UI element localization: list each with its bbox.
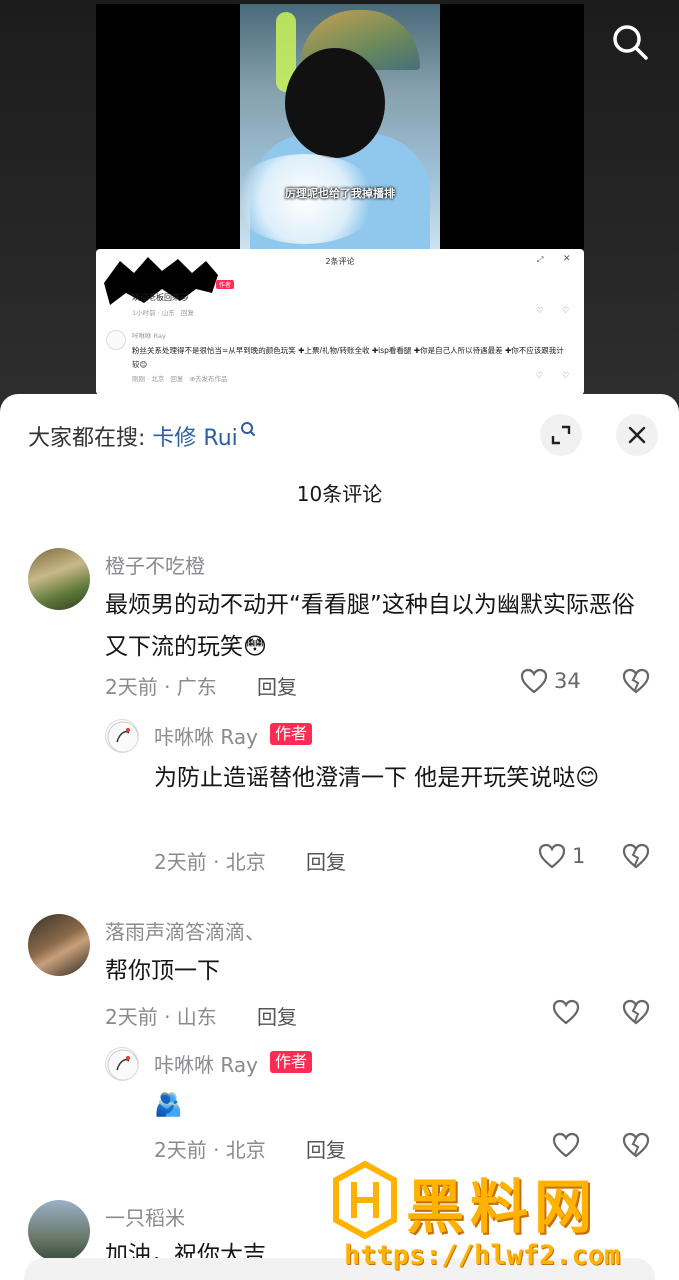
logo-avatar-icon — [107, 721, 138, 752]
dislike-button[interactable] — [622, 843, 650, 873]
avatar[interactable] — [105, 1047, 139, 1081]
heart-icon — [538, 843, 566, 869]
heart-icon — [520, 668, 548, 694]
heart-icon — [552, 1132, 580, 1158]
mini-author-tag: 作者 — [216, 280, 235, 289]
close-icon — [628, 426, 646, 444]
broken-heart-icon — [622, 999, 650, 1025]
author-badge: 作者 — [270, 1051, 313, 1073]
like-count: 34 — [554, 669, 581, 693]
video-frame: 厉理呢也给了我掉播排 — [96, 4, 584, 250]
reply-button[interactable]: 回复 — [257, 671, 297, 700]
close-button[interactable] — [616, 414, 658, 456]
comment-username[interactable]: 一只稻米 — [105, 1202, 185, 1231]
dislike-button[interactable] — [622, 668, 650, 698]
broken-heart-icon — [622, 1132, 650, 1158]
comment-count-title: 10条评论 — [296, 482, 383, 506]
mini-like-icon: ♡ — [536, 371, 544, 380]
embedded-comment-screenshot: 2条评论 ⤢ ✕ 作者 欢迎老板回来🐱 1小时前 · 山东 回复 ♡ ♡ 咔咻咻… — [96, 249, 584, 395]
trending-search-hint[interactable]: 大家都在搜: 卡修 Rui — [28, 420, 256, 452]
video-player[interactable]: 厉理呢也给了我掉播排 2条评论 ⤢ ✕ 作者 欢迎老板回来🐱 1小时前 · 山东… — [0, 0, 679, 400]
avatar[interactable] — [28, 914, 90, 976]
reply-text[interactable]: 🫂 — [154, 1084, 183, 1126]
comment-text[interactable]: 最烦男的动不动开“看看腿”这种自以为幽默实际恶俗又下流的玩笑😳 — [105, 584, 645, 668]
comment-meta: 2天前 · 山东 — [105, 1005, 217, 1029]
mini-comment-text: 欢迎老板回来🐱 — [132, 293, 189, 302]
mini-close-icon: ✕ — [563, 254, 571, 264]
mini-dislike-icon: ♡ — [562, 306, 570, 315]
mini-username: 咔咻咻 Ray — [132, 332, 166, 340]
reply-text[interactable]: 为防止造谣替他澄清一下 他是开玩笑说哒😊 — [154, 757, 634, 799]
expand-icon — [551, 425, 571, 445]
search-hint-keyword[interactable]: 卡修 Rui — [152, 426, 237, 451]
like-button[interactable] — [552, 999, 580, 1025]
mini-avatar — [106, 330, 126, 350]
reply-meta: 2天前 · 北京 — [154, 1138, 266, 1162]
reply-username[interactable]: 咔咻咻 Ray — [154, 1049, 258, 1078]
avatar[interactable] — [105, 719, 139, 753]
avatar[interactable] — [28, 548, 90, 610]
like-count: 1 — [572, 844, 586, 868]
video-caption: 厉理呢也给了我掉播排 — [285, 187, 395, 200]
video-image: 厉理呢也给了我掉播排 — [240, 4, 440, 250]
redacted-face — [285, 48, 385, 158]
logo-avatar-icon — [107, 1049, 138, 1080]
like-button[interactable] — [552, 1132, 580, 1158]
reply-username[interactable]: 咔咻咻 Ray — [154, 721, 258, 750]
author-badge: 作者 — [270, 723, 313, 745]
heart-icon — [552, 999, 580, 1025]
like-button[interactable]: 34 — [520, 668, 581, 694]
comment-sheet: 大家都在搜: 卡修 Rui 10条评论 橙子不吃橙 最烦男的动不动开“看看腿”这… — [0, 394, 679, 1280]
search-hint-prefix: 大家都在搜: — [28, 426, 146, 451]
mini-comment-text-long: 粉丝关系处理得不是很恰当=从早到晚的颜色玩笑 ✚上票/礼物/转账全收 ✚lsp看… — [132, 346, 564, 369]
expand-button[interactable] — [540, 414, 582, 456]
comment-input-bar[interactable] — [24, 1258, 655, 1280]
broken-heart-icon — [622, 843, 650, 869]
comment-username[interactable]: 落雨声滴答滴滴、 — [105, 916, 265, 945]
avatar[interactable] — [28, 1200, 90, 1262]
mini-like-icon: ♡ — [536, 306, 544, 315]
mini-dislike-icon: ♡ — [562, 371, 570, 380]
broken-heart-icon — [622, 668, 650, 694]
mini-expand-icon: ⤢ — [537, 255, 544, 264]
mini-comment-meta: 刚刚 · 北京 回复 ⊕去发布作品 — [132, 375, 228, 383]
reply-button[interactable]: 回复 — [257, 1001, 297, 1030]
reply-button[interactable]: 回复 — [306, 1134, 346, 1163]
dislike-button[interactable] — [622, 1132, 650, 1162]
reply-meta: 2天前 · 北京 — [154, 850, 266, 874]
dislike-button[interactable] — [622, 999, 650, 1029]
comment-meta: 2天前 · 广东 — [105, 675, 217, 699]
mini-comment-meta: 1小时前 · 山东 回复 — [132, 309, 195, 317]
search-small-icon — [240, 420, 256, 445]
like-button[interactable]: 1 — [538, 843, 585, 869]
search-icon[interactable] — [608, 20, 652, 64]
comment-text[interactable]: 帮你顶一下 — [105, 950, 645, 992]
reply-button[interactable]: 回复 — [306, 846, 346, 875]
comment-username[interactable]: 橙子不吃橙 — [105, 550, 205, 579]
